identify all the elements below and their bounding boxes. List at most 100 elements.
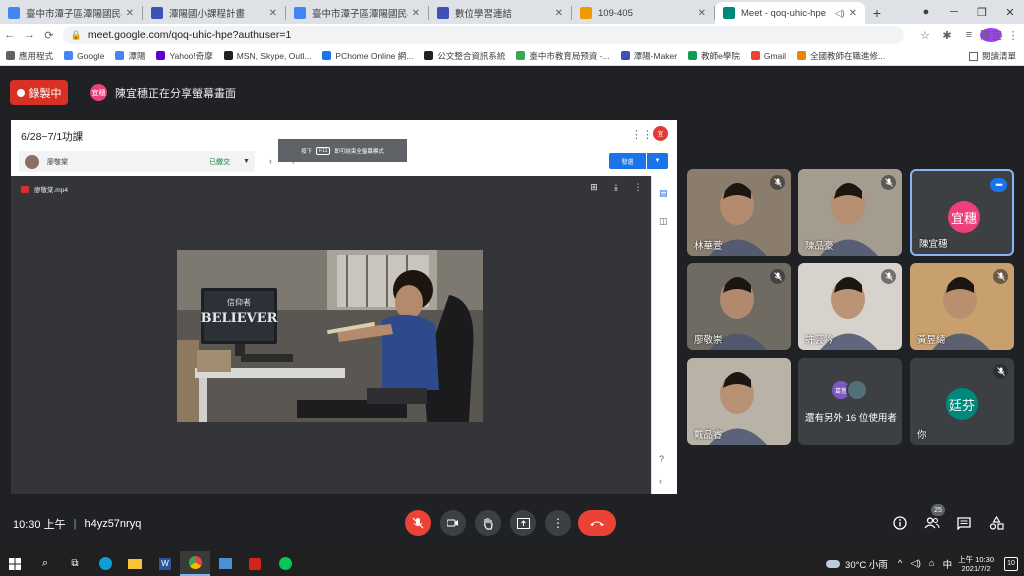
participant-tile[interactable]: 許芸吟 <box>798 263 902 350</box>
photos-app[interactable] <box>210 551 240 576</box>
search-button[interactable]: ⌕ <box>30 551 60 576</box>
presenter-banner: 宜穗 陳宜穗正在分享螢幕畫面 <box>90 84 236 101</box>
tab-close-icon[interactable]: ✕ <box>126 8 134 19</box>
video-scene: 信仰者 BELIEVER <box>177 250 483 422</box>
bookmark-label: 應用程式 <box>19 50 54 61</box>
participant-tile[interactable]: 陳品豪 <box>798 169 902 256</box>
tab-search-icon[interactable]: ● <box>912 6 940 18</box>
present-button[interactable] <box>510 510 536 536</box>
bookmark-item[interactable]: 潭陽 <box>115 50 145 62</box>
tab-close-icon[interactable]: ✕ <box>698 8 706 19</box>
clock[interactable]: 上午 10:30 2021/7/2 <box>958 555 994 573</box>
tab-favicon-icon <box>8 7 20 19</box>
tab-close-icon[interactable]: ✕ <box>849 8 857 19</box>
bookmark-item[interactable]: 公文整合資訊系統 <box>424 50 505 62</box>
bookmark-item[interactable]: 臺中市教育局预資 -... <box>516 50 610 62</box>
profile-avatar[interactable]: 陳宜 <box>980 28 1002 42</box>
browser-tab[interactable]: 數位學習連結 ✕ <box>429 2 571 24</box>
browser-tab[interactable]: 109-405 ✕ <box>572 2 714 24</box>
address-bar[interactable]: 🔒 meet.google.com/qoq-uhic-hpe?authuser=… <box>62 26 904 44</box>
edge-app[interactable] <box>90 551 120 576</box>
bookmark-item[interactable]: 教師e學院 <box>688 50 740 62</box>
close-window-button[interactable]: ✕ <box>996 6 1024 19</box>
task-view-button[interactable]: ⧉ <box>60 551 90 576</box>
more-options-button[interactable]: ⋮ <box>545 510 571 536</box>
reload-button[interactable]: ⟳ <box>39 29 59 42</box>
extensions-icon[interactable]: ✱ <box>936 29 958 42</box>
bookmark-item[interactable]: Google <box>64 51 104 61</box>
raise-hand-button[interactable] <box>475 510 501 536</box>
browser-tab[interactable]: 臺中市潭子區潭陽國民小學 ✕ <box>286 2 428 24</box>
people-button[interactable] <box>922 513 942 533</box>
browser-tab-strip: 臺中市潭子區潭陽國民小學✕潭陽國小課程計畫✕臺中市潭子區潭陽國民小學✕數位學習連… <box>0 0 1024 24</box>
participant-tile[interactable]: 葛萱 還有另外 16 位使用者 <box>798 358 902 445</box>
speaker-icon[interactable]: ◁) <box>835 8 845 19</box>
new-tab-button[interactable]: + <box>865 2 889 24</box>
back-button[interactable]: ← <box>0 29 20 41</box>
reading-list-link[interactable]: 閱讀清單 <box>968 46 1016 65</box>
tab-close-icon[interactable]: ✕ <box>412 8 420 19</box>
bookmark-label: 潭陽-Maker <box>633 50 678 61</box>
word-app[interactable]: W <box>150 551 180 576</box>
line-app[interactable] <box>270 551 300 576</box>
bookmark-item[interactable]: PChome Online 網... <box>322 50 413 62</box>
participant-tile[interactable]: 戴品睿 <box>687 358 791 445</box>
network-icon[interactable]: ⌂ <box>929 558 935 569</box>
side-panel: ▤ ◫ ? ‹ <box>651 176 677 494</box>
camera-button[interactable] <box>440 510 466 536</box>
participant-tile[interactable]: 林華萱 <box>687 169 791 256</box>
assignment-title: 6/28~7/1功課 <box>21 131 84 143</box>
weather-text[interactable]: 30°C 小雨 <box>845 557 888 571</box>
volume-icon[interactable]: ◁) <box>910 558 920 569</box>
bookmark-item[interactable]: Yahoo!奇摩 <box>156 50 213 62</box>
reading-list-icon[interactable]: ≡ <box>958 29 980 41</box>
browser-tab[interactable]: Meet - qoq-uhic-hpe ◁) ✕ <box>715 2 865 24</box>
shared-screen[interactable]: 6/28~7/1功課 ⋮⋮⋮ 宜 廖敬棠 已繳交 ▼ ‹ › 按下 F11 即可… <box>11 120 677 494</box>
bookmark-item[interactable]: 全國教師在職進修... <box>797 50 885 62</box>
maximize-button[interactable]: ❐ <box>968 6 996 19</box>
menu-icon[interactable]: ⋮ <box>1002 29 1024 42</box>
bookmark-star-icon[interactable]: ☆ <box>914 29 936 42</box>
student-name: 廖敬棠 <box>47 158 68 166</box>
bookmark-label: 臺中市教育局预資 -... <box>529 50 610 61</box>
participant-avatar: 廷芬 <box>946 388 978 420</box>
tab-close-icon[interactable]: ✕ <box>269 8 277 19</box>
activities-button[interactable] <box>986 513 1006 533</box>
start-button[interactable] <box>0 551 30 576</box>
bookmark-item[interactable]: Gmail <box>750 51 786 61</box>
student-avatar <box>25 154 39 169</box>
notification-button[interactable]: 10 <box>1004 556 1018 571</box>
tray-arrow-icon[interactable]: ^ <box>898 558 902 569</box>
ime-indicator[interactable]: 中 <box>943 557 953 571</box>
meeting-code: h4yz57nryq <box>84 518 142 530</box>
recording-badge[interactable]: 錄製中 <box>10 80 68 105</box>
weather-icon <box>826 559 841 568</box>
bookmark-item[interactable]: 應用程式 <box>6 50 53 62</box>
fullscreen-tip: 按下 F11 即可結束全螢幕模式 <box>278 139 407 162</box>
collapse-icon: ‹ <box>659 476 662 486</box>
microphone-off-button[interactable] <box>405 510 431 536</box>
forward-button[interactable]: → <box>20 29 40 41</box>
chrome-app[interactable] <box>180 551 210 576</box>
bookmark-item[interactable]: 潭陽-Maker <box>620 50 678 62</box>
bookmark-item[interactable]: MSN, Skype, Outl... <box>223 51 311 61</box>
tile-options-button[interactable]: ••• <box>990 178 1007 192</box>
participant-tile[interactable]: 宜穗 ••• 陳宜穗 <box>910 169 1014 256</box>
mic-off-icon <box>770 175 785 190</box>
acrobat-app[interactable] <box>240 551 270 576</box>
participant-tile[interactable]: 黃昱綺 <box>910 263 1014 350</box>
presenter-avatar: 宜穗 <box>90 84 107 101</box>
browser-tab[interactable]: 臺中市潭子區潭陽國民小學 ✕ <box>0 2 142 24</box>
participant-name: 許芸吟 <box>805 335 834 346</box>
participant-tile[interactable]: 廖敬崇 <box>687 263 791 350</box>
file-explorer-app[interactable] <box>120 551 150 576</box>
participant-tile[interactable]: 廷芬你 <box>910 358 1014 445</box>
chat-button[interactable] <box>954 513 974 533</box>
leave-call-button[interactable] <box>578 510 616 536</box>
reading-list-icon <box>968 51 978 61</box>
browser-tab[interactable]: 潭陽國小課程計畫 ✕ <box>143 2 285 24</box>
record-dot-icon <box>16 88 25 97</box>
meeting-details-button[interactable] <box>890 513 910 533</box>
tab-close-icon[interactable]: ✕ <box>555 8 563 19</box>
minimize-button[interactable]: ─ <box>940 6 968 18</box>
